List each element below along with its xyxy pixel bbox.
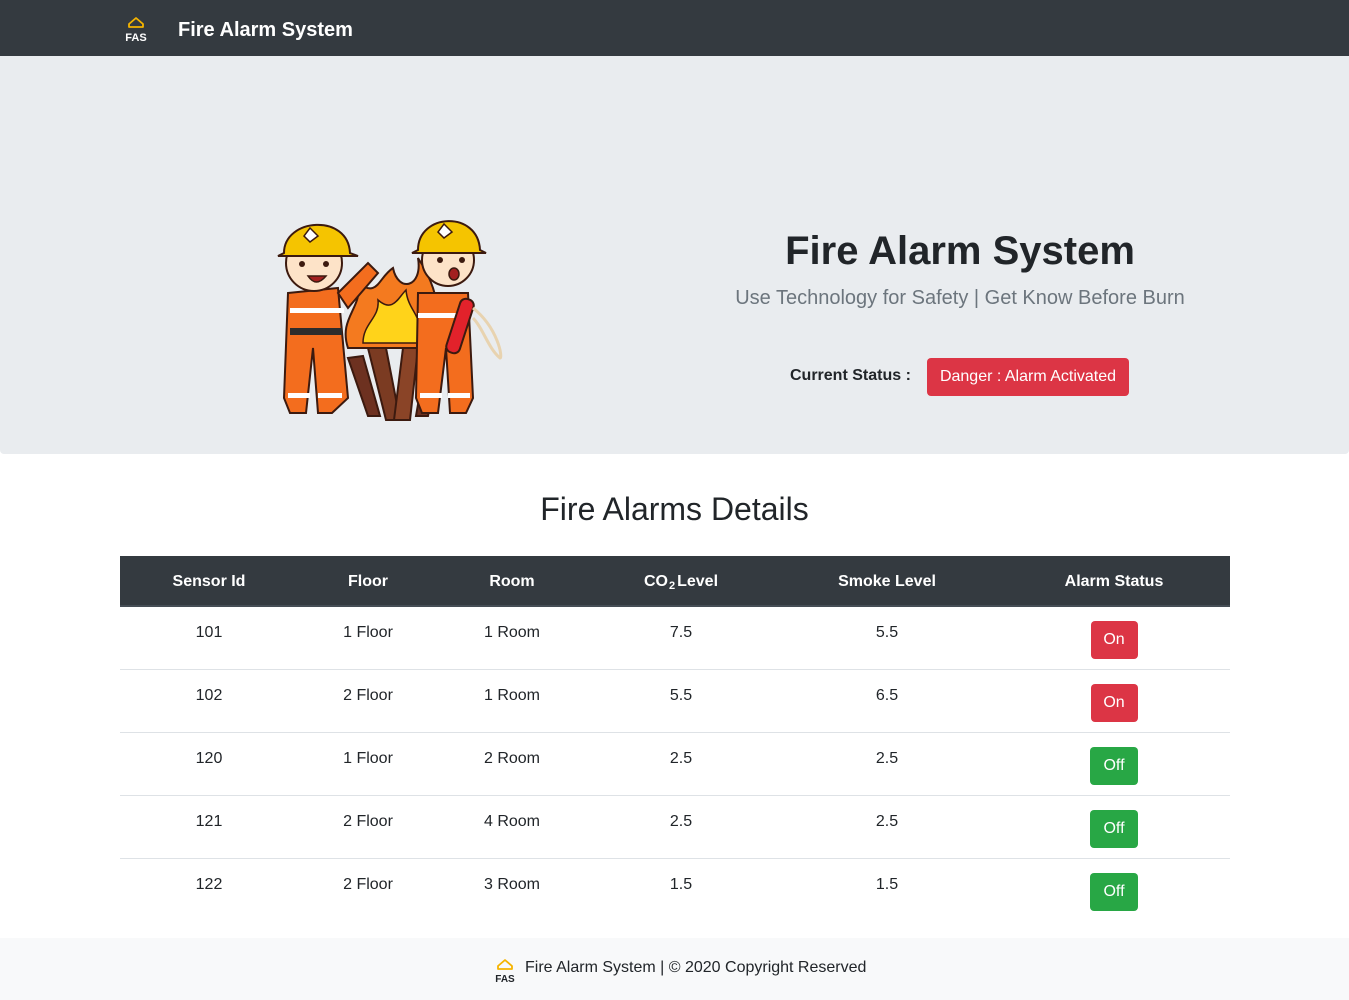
details-title: Fire Alarms Details — [540, 491, 809, 527]
co2-prefix: CO — [643, 572, 668, 590]
fas-logo-icon[interactable]: FAS — [124, 14, 148, 44]
cell-co2-level: 7.5 — [669, 624, 693, 641]
footer-copyright: Fire Alarm System | © 2020 Copyright Res… — [525, 959, 867, 976]
logo-text: FAS — [125, 32, 146, 44]
hero-title: Fire Alarm System — [785, 229, 1135, 273]
table-row: 121 2 Floor 4 Room 2.5 2.5 Off — [120, 794, 1230, 858]
cell-alarm-status: On — [998, 606, 1230, 669]
header-sensor-id: Sensor Id — [120, 556, 298, 607]
cell-smoke-level: 2.5 — [776, 794, 998, 858]
cell-sensor-id: 102 — [120, 668, 298, 732]
cell-room: 3 Room — [438, 857, 586, 921]
firefighter-right — [411, 220, 503, 414]
cell-floor: 2 Floor — [298, 668, 438, 732]
table-row: 122 2 Floor 3 Room 1.5 1.5 Off — [120, 857, 1230, 921]
current-status-label: Current Status : — [790, 367, 911, 384]
current-status-badge[interactable]: Danger : Alarm Activated — [927, 358, 1129, 396]
alarm-status-button[interactable]: Off — [1090, 746, 1138, 785]
cell-co2-level: 2.5 — [586, 731, 776, 795]
header-floor: Floor — [298, 556, 438, 607]
cell-co2-level: 1.5 — [586, 857, 776, 921]
cell-co2-level: 5.5 — [586, 668, 776, 732]
cell-room: 4 Room — [438, 794, 586, 858]
cell-smoke-level: 2.5 — [776, 731, 998, 795]
cell-alarm-status: Off — [998, 857, 1230, 921]
table-body: 101 1 Floor 1 Room 7.5 5.5 On 102 2 Floor 1 Room… — [120, 606, 1230, 921]
cell-floor: 2 Floor — [298, 794, 438, 858]
navbar: FAS Fire Alarm System — [0, 0, 1349, 56]
alarm-status-button[interactable]: On — [1090, 621, 1138, 659]
cell-room: 1 Room — [483, 624, 541, 641]
table-row: 101 1 Floor 1 Room 7.5 5.5 On — [120, 606, 1230, 669]
co2-subscript: 2 — [668, 579, 676, 592]
fas-logo-icon: FAS — [495, 959, 515, 984]
cell-alarm-status: On — [998, 668, 1230, 732]
cell-floor: 1 Floor — [298, 731, 438, 795]
cell-room: 1 Room — [438, 668, 586, 732]
cell-co2-level: 2.5 — [586, 794, 776, 858]
cell-alarm-status: Off — [998, 731, 1230, 795]
footer-logo-text: FAS — [495, 974, 515, 984]
cell-floor: 2 Floor — [298, 857, 438, 921]
alarm-status-button[interactable]: Off — [1090, 809, 1138, 848]
header-co2-level: CO2 Level — [586, 556, 776, 607]
cell-smoke-level: 5.5 — [875, 624, 899, 641]
cell-sensor-id: 120 — [120, 731, 298, 795]
hero-jumbotron: Fire Alarm System Use Technology for Saf… — [0, 56, 1349, 454]
table-row: 120 1 Floor 2 Room 2.5 2.5 Off — [120, 731, 1230, 795]
alarm-status-button[interactable]: On — [1090, 683, 1138, 722]
brand-name[interactable]: Fire Alarm System — [178, 17, 353, 43]
co2-suffix: Level — [677, 572, 719, 590]
table-row: 102 2 Floor 1 Room 5.5 6.5 On — [120, 668, 1230, 732]
cell-floor: 1 Floor — [343, 624, 393, 641]
header-smoke-level: Smoke Level — [776, 556, 998, 607]
cell-sensor-id: 101 — [195, 624, 223, 641]
header-alarm-status: Alarm Status — [998, 556, 1230, 607]
header-room: Room — [438, 556, 586, 607]
cell-sensor-id: 121 — [120, 794, 298, 858]
alarm-status-button[interactable]: Off — [1090, 872, 1138, 911]
cell-alarm-status: Off — [998, 794, 1230, 858]
cell-smoke-level: 6.5 — [776, 668, 998, 732]
firefighters-illustration — [277, 220, 503, 421]
cell-sensor-id: 122 — [120, 857, 298, 921]
footer: FAS Fire Alarm System | © 2020 Copyright… — [0, 938, 1349, 1000]
hero-subtitle: Use Technology for Safety | Get Know Bef… — [735, 287, 1185, 309]
table-header: Sensor Id Floor Room CO2 Level Smoke Leve… — [120, 556, 1230, 607]
cell-smoke-level: 1.5 — [776, 857, 998, 921]
alarms-table: Sensor Id Floor Room CO2 Level Smoke Leve… — [120, 556, 1230, 921]
cell-room: 2 Room — [438, 731, 586, 795]
